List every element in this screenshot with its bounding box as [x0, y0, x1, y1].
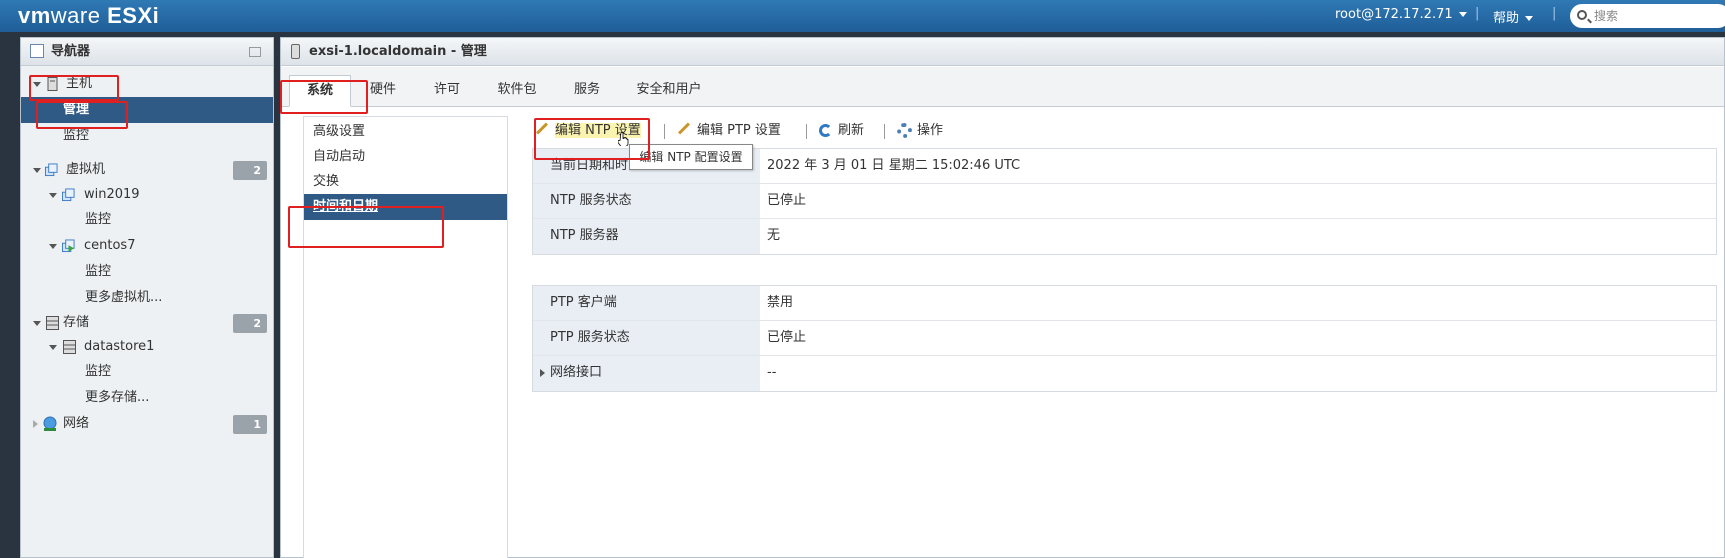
- navigator-header: 导航器: [21, 38, 273, 66]
- row-key: NTP 服务器: [533, 219, 760, 254]
- search-input[interactable]: 搜索: [1570, 4, 1725, 28]
- tooltip: 编辑 NTP 配置设置: [629, 144, 753, 170]
- vm-icon: [62, 188, 75, 202]
- expand-icon: [33, 420, 38, 428]
- row-value: 禁用: [767, 295, 794, 310]
- chevron-down-icon: [1458, 12, 1467, 17]
- table-row: PTP 客户端 禁用: [533, 286, 1716, 321]
- top-bar: vmware ESXi root@172.17.2.71 | 帮助 | 搜索: [0, 0, 1725, 32]
- toolbar-divider: [664, 124, 665, 139]
- nav-item-host-monitor[interactable]: 监控: [21, 123, 273, 149]
- vm-running-icon: [62, 239, 75, 253]
- divider: |: [1475, 6, 1480, 21]
- help-menu[interactable]: 帮助: [1493, 7, 1534, 26]
- tab-licensing[interactable]: 许可: [415, 75, 479, 107]
- datastore-icon: [63, 340, 76, 354]
- nav-item-more-storage[interactable]: 更多存储...: [21, 385, 273, 411]
- nav-item-virtual-machines[interactable]: 虚拟机 2: [21, 157, 273, 183]
- host-icon: [291, 44, 300, 59]
- chevron-down-icon: [1525, 16, 1534, 21]
- nav-item-more-vms[interactable]: 更多虚拟机...: [21, 285, 273, 311]
- nav-item-vm-win2019[interactable]: win2019: [21, 182, 273, 208]
- vmware-esxi-logo: vmware ESXi: [18, 3, 160, 28]
- row-key: PTP 客户端: [533, 286, 760, 320]
- refresh-button[interactable]: 刷新: [819, 121, 864, 141]
- user-menu[interactable]: root@172.17.2.71: [1335, 7, 1467, 22]
- row-key: 网络接口: [533, 356, 760, 391]
- expand-icon: [49, 244, 57, 249]
- tab-system[interactable]: 系统: [289, 75, 351, 107]
- gear-icon: [897, 123, 912, 138]
- expand-icon: [49, 193, 57, 198]
- expand-icon: [33, 321, 41, 326]
- refresh-icon: [819, 124, 832, 137]
- network-count-badge: 1: [233, 415, 267, 434]
- nav-item-vm-centos7-monitor[interactable]: 监控: [21, 259, 273, 285]
- nav-item-storage[interactable]: 存储 2: [21, 310, 273, 336]
- vm-count-badge: 2: [233, 161, 267, 180]
- expand-icon[interactable]: [540, 369, 545, 377]
- hand-cursor-icon: [618, 132, 629, 146]
- table-row: NTP 服务器 无: [533, 219, 1716, 254]
- row-value: 无: [767, 228, 781, 243]
- nav-item-host-manage[interactable]: 管理: [21, 97, 273, 123]
- system-subnav: 高级设置 自动启动 交换 时间和日期: [303, 116, 508, 558]
- row-key: NTP 服务状态: [533, 184, 760, 218]
- row-key: PTP 服务状态: [533, 321, 760, 355]
- subnav-advanced-settings[interactable]: 高级设置: [304, 119, 507, 145]
- expand-icon: [49, 345, 57, 350]
- subnav-swap[interactable]: 交换: [304, 169, 507, 195]
- host-icon: [47, 77, 58, 91]
- row-value: 已停止: [767, 330, 807, 345]
- expand-icon: [33, 82, 41, 87]
- ptp-info-table: PTP 客户端 禁用 PTP 服务状态 已停止 网络接口 --: [532, 285, 1717, 392]
- storage-count-badge: 2: [233, 314, 267, 333]
- nav-item-vm-win2019-monitor[interactable]: 监控: [21, 207, 273, 233]
- main-panel: exsi-1.localdomain - 管理 系统 硬件 许可 软件包 服务 …: [280, 37, 1725, 558]
- toolbar-divider: [806, 124, 807, 139]
- collapse-panel-icon[interactable]: [249, 47, 261, 57]
- row-value: --: [767, 365, 777, 380]
- nav-item-network[interactable]: 网络 1: [21, 411, 273, 437]
- expand-icon: [33, 168, 41, 173]
- tab-packages[interactable]: 软件包: [479, 75, 555, 107]
- row-value: 已停止: [767, 193, 807, 208]
- search-icon: [1577, 10, 1587, 20]
- tab-bar: 系统 硬件 许可 软件包 服务 安全和用户: [281, 67, 1724, 107]
- page-title: exsi-1.localdomain - 管理: [309, 44, 487, 59]
- subnav-time-and-date[interactable]: 时间和日期: [304, 194, 507, 220]
- edit-ptp-settings-button[interactable]: 编辑 PTP 设置: [677, 121, 781, 141]
- table-row-network-interface[interactable]: 网络接口 --: [533, 356, 1716, 391]
- main-header: exsi-1.localdomain - 管理: [281, 38, 1724, 66]
- network-icon: [43, 416, 57, 431]
- nav-item-datastore1-monitor[interactable]: 监控: [21, 359, 273, 385]
- table-row: PTP 服务状态 已停止: [533, 321, 1716, 356]
- storage-icon: [46, 316, 59, 330]
- pencil-icon: [677, 122, 691, 135]
- divider: |: [1552, 6, 1557, 21]
- subnav-autostart[interactable]: 自动启动: [304, 144, 507, 170]
- row-value: 2022 年 3 月 01 日 星期二 15:02:46 UTC: [767, 158, 1021, 173]
- nav-item-host[interactable]: 主机: [21, 71, 273, 97]
- navigator-icon: [30, 44, 44, 58]
- tab-services[interactable]: 服务: [555, 75, 619, 107]
- tab-hardware[interactable]: 硬件: [351, 75, 415, 107]
- nav-item-datastore1[interactable]: datastore1: [21, 334, 273, 360]
- actions-button[interactable]: 操作: [897, 121, 943, 141]
- nav-item-vm-centos7[interactable]: centos7: [21, 233, 273, 259]
- vm-icon: [45, 163, 58, 177]
- table-row: NTP 服务状态 已停止: [533, 184, 1716, 219]
- tab-security-users[interactable]: 安全和用户: [619, 75, 719, 107]
- navigator-panel: 导航器 主机 管理 监控 虚拟机 2 win2019 监控 centos7 监控…: [20, 37, 274, 558]
- pencil-icon: [535, 122, 549, 135]
- toolbar-divider: [884, 124, 885, 139]
